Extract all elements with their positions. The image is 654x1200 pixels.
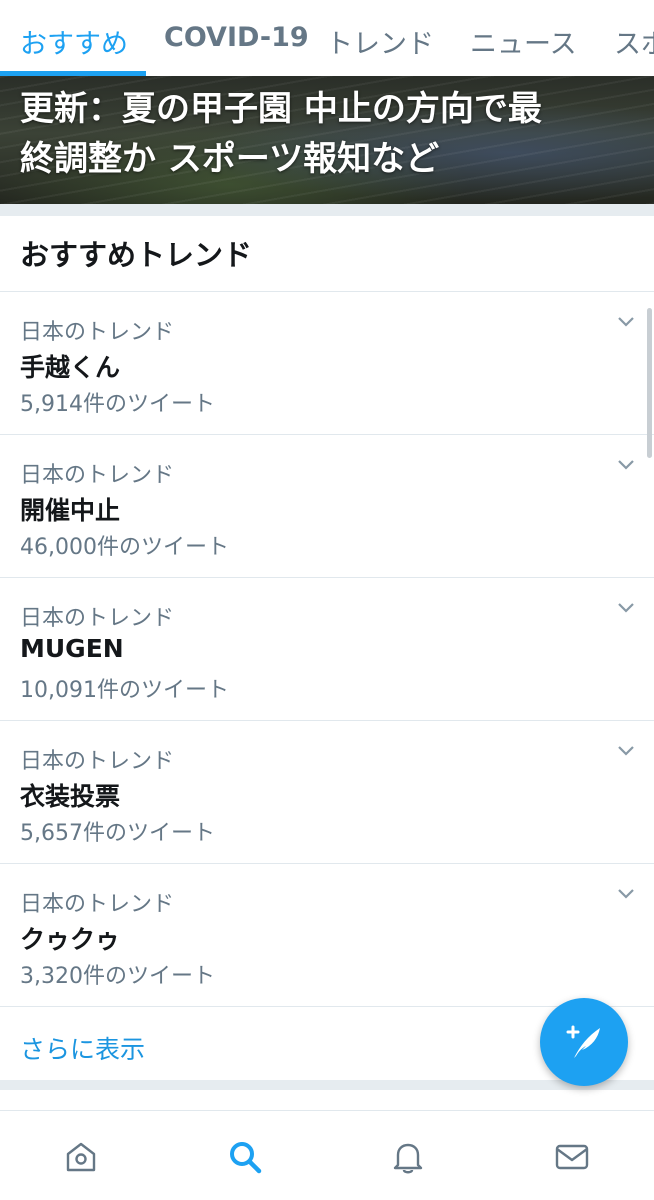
trend-item[interactable]: 日本のトレンド MUGEN 10,091件のツイート xyxy=(0,578,654,721)
compose-tweet-icon xyxy=(566,1025,600,1058)
trend-name: 衣装投票 xyxy=(20,782,121,811)
trend-tweet-count: 3,320件のツイート xyxy=(20,964,215,989)
chevron-down-icon[interactable] xyxy=(616,314,636,330)
trend-context: 日本のトレンド xyxy=(20,320,175,345)
trend-item[interactable]: 日本のトレンド 開催中止 46,000件のツイート xyxy=(0,435,654,578)
trend-context: 日本のトレンド xyxy=(20,749,175,774)
messages-icon[interactable] xyxy=(554,1139,590,1175)
trend-name: 開催中止 xyxy=(20,496,121,525)
trend-tweet-count: 46,000件のツイート xyxy=(20,535,229,560)
trend-context: 日本のトレンド xyxy=(20,463,175,488)
home-icon[interactable] xyxy=(63,1139,99,1175)
tab-recommended[interactable]: おすすめ xyxy=(20,22,128,61)
top-tab-bar: おすすめ COVID-19 トレンド ニュース スポ xyxy=(0,0,654,76)
trend-tweet-count: 5,914件のツイート xyxy=(20,392,215,417)
section-separator xyxy=(0,1080,654,1090)
chevron-down-icon[interactable] xyxy=(616,457,636,473)
section-title: おすすめトレンド xyxy=(20,238,253,272)
show-more-link[interactable]: さらに表示 xyxy=(20,1030,145,1066)
trend-item[interactable]: 日本のトレンド 衣装投票 5,657件のツイート xyxy=(0,721,654,864)
chevron-down-icon[interactable] xyxy=(616,886,636,902)
trend-item[interactable]: 日本のトレンド 手越くん 5,914件のツイート xyxy=(0,292,654,435)
trend-item[interactable]: 日本のトレンド クゥクゥ 3,320件のツイート xyxy=(0,864,654,1007)
tab-trends[interactable]: トレンド xyxy=(326,22,434,61)
hero-news-banner[interactable]: 更新：夏の甲子園 中止の方向で最 終調整か スポーツ報知など xyxy=(0,76,654,204)
trend-context: 日本のトレンド xyxy=(20,892,175,917)
compose-tweet-button[interactable] xyxy=(540,998,628,1086)
trend-name: MUGEN xyxy=(20,634,124,663)
tab-sports[interactable]: スポ xyxy=(614,22,654,61)
trend-tweet-count: 5,657件のツイート xyxy=(20,821,215,846)
search-icon[interactable] xyxy=(227,1139,263,1175)
tab-covid-19[interactable]: COVID-19 xyxy=(164,22,309,53)
trend-name: 手越くん xyxy=(20,353,121,382)
bottom-navigation xyxy=(0,1110,654,1200)
scrollbar[interactable] xyxy=(647,308,652,458)
trend-tweet-count: 10,091件のツイート xyxy=(20,678,229,703)
hero-headline: 更新：夏の甲子園 中止の方向で最 終調整か スポーツ報知など xyxy=(20,89,542,179)
chevron-down-icon[interactable] xyxy=(616,743,636,759)
section-separator xyxy=(0,204,654,216)
trend-name: クゥクゥ xyxy=(20,925,121,954)
notifications-icon[interactable] xyxy=(390,1139,426,1175)
chevron-down-icon[interactable] xyxy=(616,600,636,616)
tab-news[interactable]: ニュース xyxy=(470,22,577,61)
trend-context: 日本のトレンド xyxy=(20,606,175,631)
